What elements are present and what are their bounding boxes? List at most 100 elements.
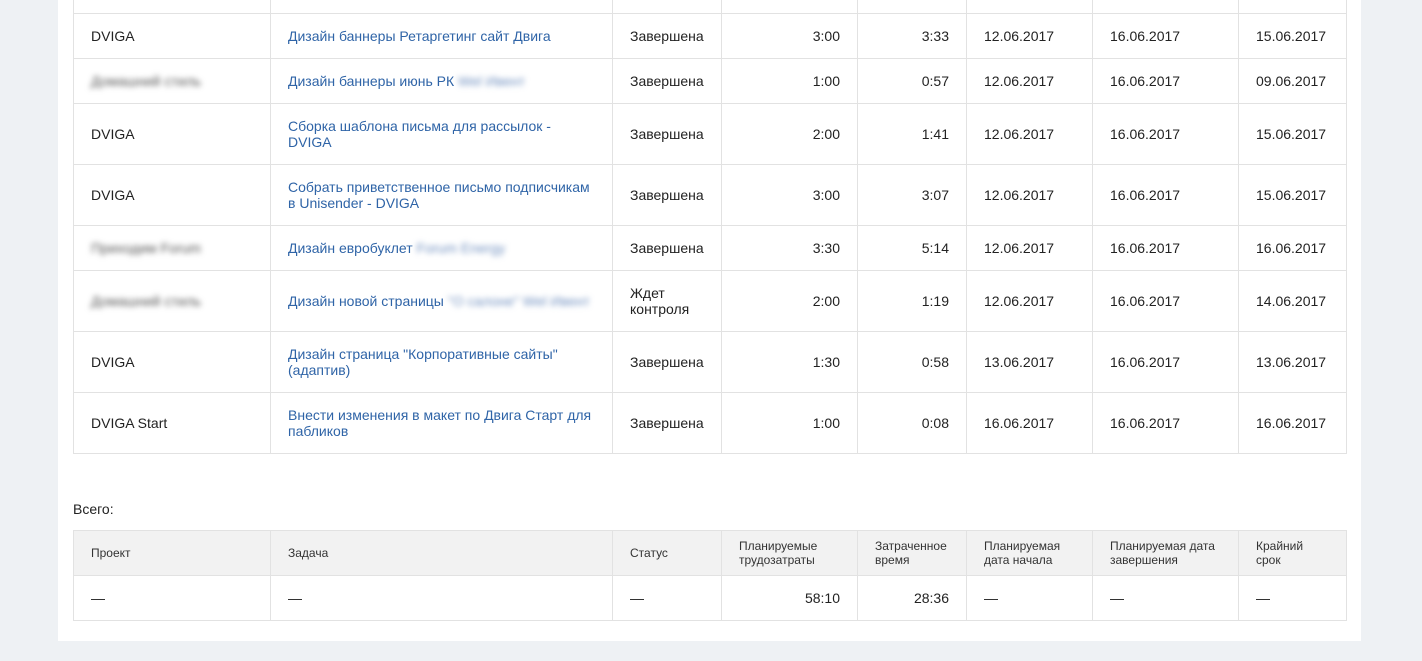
spent-cell: 1:19 <box>857 270 967 332</box>
spent-cell: 3:07 <box>857 164 967 226</box>
task-link[interactable]: Дизайн баннеры июнь РК <box>288 73 454 89</box>
project-cell-text: DVIGA <box>91 28 135 44</box>
task-cell: Дизайн новой страницы "О салоне" Wel Иве… <box>270 270 613 332</box>
status-cell-text: Завершена <box>630 73 704 89</box>
end-date-cell: 16.06.2017 <box>1092 392 1239 454</box>
project-cell-text: Домашний стиль <box>91 293 202 309</box>
spent-cell: 0:58 <box>857 331 967 393</box>
planned-cell-text: 1:00 <box>812 73 840 89</box>
deadline-cell: 15.06.2017 <box>1238 13 1347 59</box>
project-cell-text: Приходим Forum <box>91 240 201 256</box>
totals-header-row: Проект Задача Статус Планируемые трудоза… <box>73 530 1347 576</box>
header-task[interactable]: Задача <box>270 530 613 576</box>
task-link-suffix[interactable]: Forum Energy <box>417 240 506 256</box>
header-start-date[interactable]: Планируемая дата начала <box>966 530 1093 576</box>
spent-cell-text: 0:57 <box>921 73 949 89</box>
end-date-cell-text: 16.06.2017 <box>1110 187 1181 203</box>
task-link[interactable]: Дизайн баннеры Ретаргетинг сайт Двига <box>288 28 551 44</box>
total-start-date: — <box>966 575 1093 621</box>
tasks-table: DVIGA Дизайн баннеры Ретаргетинг сайт Дви… <box>73 0 1347 454</box>
start-date-cell-text: 12.06.2017 <box>984 187 1055 203</box>
spent-cell: 3:33 <box>857 13 967 59</box>
total-end-date: — <box>1092 575 1239 621</box>
planned-cell: 3:00 <box>721 13 858 59</box>
planned-cell: 1:00 <box>721 392 858 454</box>
end-date-cell: 16.06.2017 <box>1092 164 1239 226</box>
total-planned: 58:10 <box>721 575 858 621</box>
spent-cell: 0:08 <box>857 392 967 454</box>
start-date-cell <box>966 0 1093 14</box>
status-cell: Ждет контроля <box>612 270 722 332</box>
header-end-date[interactable]: Планируемая дата завершения <box>1092 530 1239 576</box>
header-deadline[interactable]: Крайний срок <box>1238 530 1347 576</box>
status-cell-text: Ждет контроля <box>630 285 690 317</box>
status-cell-text: Завершена <box>630 354 704 370</box>
start-date-cell-text: 12.06.2017 <box>984 28 1055 44</box>
status-cell: Завершена <box>612 225 722 271</box>
spent-cell-text: 1:41 <box>921 126 949 142</box>
end-date-cell-text: 16.06.2017 <box>1110 240 1181 256</box>
project-cell: DVIGA <box>73 13 271 59</box>
task-link[interactable]: Дизайн страница "Корпоративные сайты" (а… <box>288 346 558 378</box>
start-date-cell-text: 12.06.2017 <box>984 293 1055 309</box>
project-cell-text: DVIGA <box>91 187 135 203</box>
end-date-cell-text: 16.06.2017 <box>1110 73 1181 89</box>
total-project: — <box>73 575 271 621</box>
project-cell-text: DVIGA <box>91 126 135 142</box>
start-date-cell-text: 12.06.2017 <box>984 126 1055 142</box>
spent-cell-text: 3:33 <box>921 28 949 44</box>
project-cell: DVIGA Start <box>73 392 271 454</box>
deadline-cell-text: 15.06.2017 <box>1256 28 1327 44</box>
status-cell: Завершена <box>612 392 722 454</box>
totals-row: — — — 58:10 28:36 — — — <box>73 575 1347 621</box>
project-cell-text: DVIGA Start <box>91 415 168 431</box>
end-date-cell-text: 16.06.2017 <box>1110 415 1181 431</box>
status-cell: Завершена <box>612 58 722 104</box>
header-spent[interactable]: Затраченное время <box>857 530 967 576</box>
start-date-cell: 12.06.2017 <box>966 103 1093 165</box>
planned-cell-text: 2:00 <box>812 126 840 142</box>
total-status: — <box>612 575 722 621</box>
end-date-cell-text: 16.06.2017 <box>1110 293 1181 309</box>
status-cell: Завершена <box>612 164 722 226</box>
header-project[interactable]: Проект <box>73 530 271 576</box>
start-date-cell: 13.06.2017 <box>966 331 1093 393</box>
deadline-cell: 09.06.2017 <box>1238 58 1347 104</box>
spent-cell-text: 3:07 <box>921 187 949 203</box>
task-link-suffix[interactable]: "О салоне" Wel Ивент <box>448 293 590 309</box>
end-date-cell: 16.06.2017 <box>1092 13 1239 59</box>
planned-cell: 2:00 <box>721 270 858 332</box>
task-link[interactable]: Собрать приветственное письмо подписчика… <box>288 179 590 211</box>
project-cell: Домашний стиль <box>73 58 271 104</box>
task-link[interactable]: Дизайн новой страницы <box>288 293 444 309</box>
total-task: — <box>270 575 613 621</box>
status-cell-text: Завершена <box>630 28 704 44</box>
task-cell: Дизайн баннеры Ретаргетинг сайт Двига <box>270 13 613 59</box>
task-link[interactable]: Сборка шаблона письма для рассылок - DVI… <box>288 118 551 150</box>
deadline-cell-text: 15.06.2017 <box>1256 187 1327 203</box>
task-link[interactable]: Дизайн евробуклет <box>288 240 413 256</box>
table-row: Домашний стиль Дизайн новой страницы "О с… <box>73 270 1347 332</box>
end-date-cell: 16.06.2017 <box>1092 103 1239 165</box>
header-status[interactable]: Статус <box>612 530 722 576</box>
task-cell: Дизайн страница "Корпоративные сайты" (а… <box>270 331 613 393</box>
table-row: DVIGA Дизайн страница "Корпоративные сайт… <box>73 331 1347 393</box>
deadline-cell: 15.06.2017 <box>1238 164 1347 226</box>
project-cell: Домашний стиль <box>73 270 271 332</box>
task-cell: Собрать приветственное письмо подписчика… <box>270 164 613 226</box>
start-date-cell-text: 16.06.2017 <box>984 415 1055 431</box>
status-cell-text: Завершена <box>630 240 704 256</box>
project-cell: DVIGA <box>73 103 271 165</box>
total-deadline: — <box>1238 575 1347 621</box>
task-cell: Сборка шаблона письма для рассылок - DVI… <box>270 103 613 165</box>
task-link[interactable]: Внести изменения в макет по Двига Старт … <box>288 407 591 439</box>
deadline-cell-text: 16.06.2017 <box>1256 415 1327 431</box>
deadline-cell: 15.06.2017 <box>1238 103 1347 165</box>
task-link-suffix[interactable]: Wel Ивент <box>458 73 525 89</box>
table-row: DVIGA Сборка шаблона письма для рассылок … <box>73 103 1347 165</box>
header-planned[interactable]: Планируемые трудозатраты <box>721 530 858 576</box>
status-cell-text: Завершена <box>630 415 704 431</box>
planned-cell <box>721 0 858 14</box>
end-date-cell: 16.06.2017 <box>1092 331 1239 393</box>
status-cell-text: Завершена <box>630 126 704 142</box>
